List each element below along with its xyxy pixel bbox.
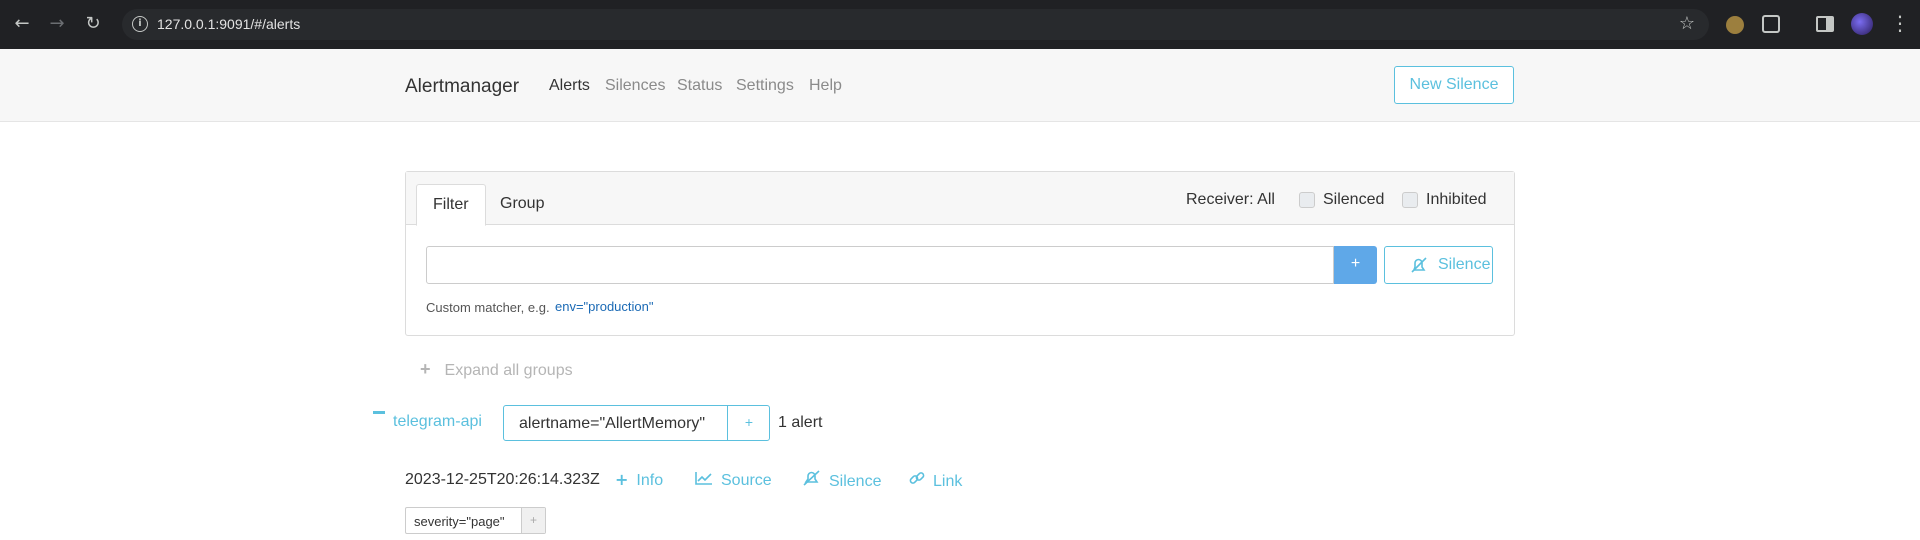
add-matcher-button[interactable]: + [1334,246,1377,284]
receiver-select[interactable]: Receiver: All [1186,191,1275,209]
bookmark-star-icon[interactable]: ☆ [1679,13,1695,34]
expand-all-groups[interactable]: + Expand all groups [420,359,573,380]
nav-alerts[interactable]: Alerts [549,77,590,95]
expand-all-label: Expand all groups [444,362,573,379]
site-info-icon[interactable]: i [132,16,148,32]
inhibited-label[interactable]: Inhibited [1426,191,1487,209]
add-label-matcher-button[interactable]: + [521,508,545,533]
address-bar[interactable]: i 127.0.0.1:9091/#/alerts ☆ [122,9,1709,40]
profile-avatar[interactable] [1851,13,1873,35]
silenced-label[interactable]: Silenced [1323,191,1384,209]
plus-icon: + [615,470,629,489]
alert-label-chip: severity="page" + [405,507,546,534]
extensions-puzzle-icon[interactable] [1762,15,1780,33]
bell-slash-icon [803,470,821,490]
bell-slash-icon [1410,248,1428,296]
group-matcher-text: alertname="AllertMemory" [519,415,706,432]
browser-menu-icon[interactable]: ⋮ [1890,12,1910,34]
silence-alert-button[interactable]: Silence [803,470,881,491]
helper-text: Custom matcher, e.g. [426,300,550,315]
helper-example: env="production" [555,299,654,314]
browser-toolbar: ← → ↻ i 127.0.0.1:9091/#/alerts ☆ ⋮ [0,0,1920,49]
link-button[interactable]: Link [909,470,962,491]
filter-card-header: Filter Group Receiver: All Silenced Inhi… [406,172,1514,226]
info-button[interactable]: + Info [615,470,663,490]
group-name[interactable]: telegram-api [393,413,482,431]
filter-matcher-input[interactable] [426,246,1334,284]
app-navbar: Alertmanager Alerts Silences Status Sett… [0,49,1920,122]
plus-icon: + [420,359,431,379]
link-icon [909,470,925,490]
inhibited-checkbox[interactable] [1402,192,1418,208]
add-group-matcher-button[interactable]: + [727,406,770,440]
silenced-checkbox[interactable] [1299,192,1315,208]
tab-filter[interactable]: Filter [416,184,486,226]
nav-silences[interactable]: Silences [605,77,665,95]
brand-logo[interactable]: Alertmanager [405,76,519,98]
new-silence-button[interactable]: New Silence [1394,66,1514,104]
url-text[interactable]: 127.0.0.1:9091/#/alerts [157,16,300,32]
alert-count: 1 alert [778,414,823,431]
group-matcher: alertname="AllertMemory" + [503,405,770,441]
nav-help[interactable]: Help [809,77,842,95]
tab-group[interactable]: Group [484,184,560,226]
filter-card: Filter Group Receiver: All Silenced Inhi… [405,171,1515,336]
collapse-group-icon[interactable] [373,411,385,414]
chart-line-icon [695,470,713,489]
reload-icon[interactable]: ↻ [83,13,103,35]
silence-filter-label: Silence [1438,256,1491,273]
side-panel-icon[interactable] [1816,16,1834,32]
back-icon[interactable]: ← [12,13,32,35]
info-label: Info [636,472,664,489]
link-label: Link [933,473,963,490]
nav-status[interactable]: Status [677,77,722,95]
forward-icon[interactable]: → [47,13,67,35]
nav-settings[interactable]: Settings [736,77,794,95]
alert-timestamp: 2023-12-25T20:26:14.323Z [405,471,600,488]
source-button[interactable]: Source [695,470,772,490]
source-label: Source [721,472,772,489]
alert-label-text: severity="page" [414,514,505,529]
extension-icon[interactable] [1726,16,1744,34]
silence-alert-label: Silence [829,473,882,490]
silence-filter-button[interactable]: Silence [1384,246,1493,284]
